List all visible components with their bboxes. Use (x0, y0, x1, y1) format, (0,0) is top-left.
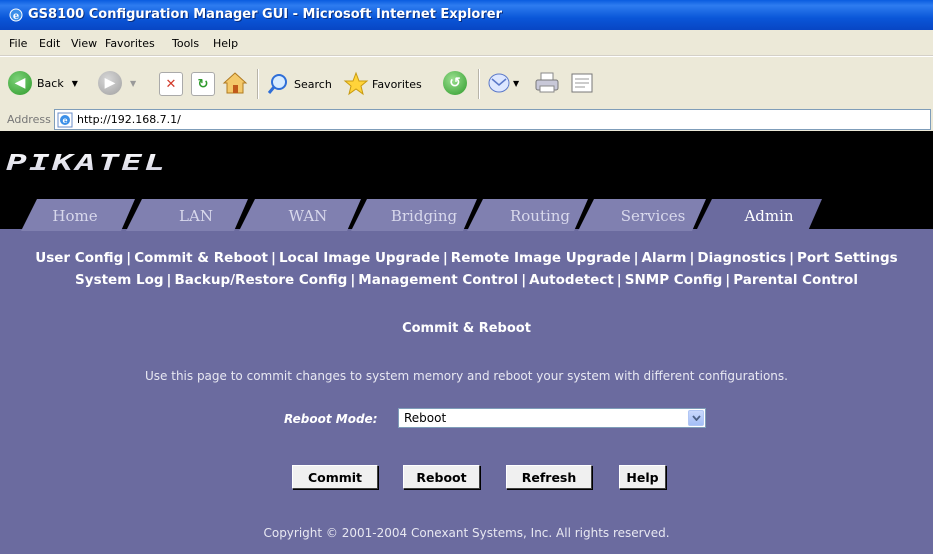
tab-label-bridging[interactable]: Bridging (391, 207, 458, 225)
chevron-down-icon: ▼ (130, 78, 137, 88)
header-banner: PIKATEL (0, 131, 933, 189)
reboot-button[interactable]: Reboot (403, 465, 480, 489)
refresh-button[interactable]: ↻ (191, 72, 215, 96)
page-description: Use this page to commit changes to syste… (145, 369, 788, 383)
link-commit-reboot[interactable]: Commit & Reboot (134, 250, 268, 266)
chevron-down-icon: ▼ (71, 78, 78, 88)
link-management-control[interactable]: Management Control (358, 272, 518, 288)
page-icon: e (57, 112, 73, 127)
search-icon (267, 74, 287, 94)
refresh-page-button[interactable]: Refresh (506, 465, 592, 489)
tab-label-lan[interactable]: LAN (179, 207, 213, 225)
tab-label-home[interactable]: Home (52, 207, 97, 225)
menu-tools[interactable]: Tools (172, 37, 199, 50)
link-port-settings[interactable]: Port Settings (797, 250, 898, 266)
link-system-log[interactable]: System Log (75, 272, 163, 288)
link-local-image-upgrade[interactable]: Local Image Upgrade (279, 250, 440, 266)
link-alarm[interactable]: Alarm (642, 250, 687, 266)
back-arrow-icon: ◀ (8, 71, 32, 95)
tab-label-routing[interactable]: Routing (510, 207, 570, 225)
printer-icon (535, 72, 559, 93)
svg-text:PIKATEL: PIKATEL (6, 149, 167, 175)
stop-button[interactable]: ✕ (159, 72, 183, 96)
print-button[interactable] (534, 71, 560, 95)
window-titlebar: e GS8100 Configuration Manager GUI - Mic… (0, 0, 933, 30)
history-icon: ↺ (443, 71, 467, 95)
star-icon (343, 71, 369, 96)
page-title: Commit & Reboot (402, 321, 531, 336)
reboot-mode-value: Reboot (404, 411, 447, 425)
favorites-button[interactable]: Favorites (343, 71, 422, 97)
link-backup-restore-config[interactable]: Backup/Restore Config (174, 272, 347, 288)
nav-tabs: Home LAN WAN Bridging Routing Services Admin (0, 199, 933, 231)
address-input[interactable]: e http://192.168.7.1/ (54, 109, 931, 130)
history-button[interactable]: ↺ (443, 71, 467, 95)
forward-arrow-icon: ▶ (98, 71, 122, 95)
address-url: http://192.168.7.1/ (77, 113, 181, 126)
link-snmp-config[interactable]: SNMP Config (625, 272, 723, 288)
brand-logo: PIKATEL (6, 149, 167, 175)
ie-logo-icon: e (9, 8, 23, 22)
chevron-down-icon[interactable] (688, 410, 704, 426)
stop-icon: ✕ (159, 72, 183, 96)
address-bar: Address e http://192.168.7.1/ (0, 108, 933, 132)
chevron-down-icon: ▼ (513, 78, 520, 88)
commit-button[interactable]: Commit (292, 465, 378, 489)
copyright-text: Copyright © 2001-2004 Conexant Systems, … (263, 526, 670, 540)
window-title: GS8100 Configuration Manager GUI - Micro… (28, 7, 502, 22)
link-user-config[interactable]: User Config (35, 250, 123, 266)
menu-file[interactable]: File (9, 37, 27, 50)
menu-view[interactable]: View (71, 37, 97, 50)
svg-text:e: e (62, 115, 67, 125)
link-parental-control[interactable]: Parental Control (733, 272, 858, 288)
menu-favorites[interactable]: Favorites (105, 37, 155, 50)
svg-text:e: e (13, 11, 19, 22)
address-label: Address (7, 113, 51, 126)
edit-button[interactable] (570, 72, 594, 94)
help-button[interactable]: Help (619, 465, 666, 489)
menu-edit[interactable]: Edit (39, 37, 60, 50)
tab-label-services[interactable]: Services (621, 207, 686, 225)
reboot-mode-label: Reboot Mode: (284, 412, 378, 426)
edit-page-icon (571, 73, 593, 93)
home-icon (222, 72, 248, 94)
refresh-icon: ↻ (191, 72, 215, 96)
search-button[interactable]: Search (266, 72, 332, 96)
back-button[interactable]: ◀ Back ▼ (8, 71, 78, 95)
reboot-mode-select[interactable]: Reboot (398, 408, 706, 428)
sublinks-row-2: System Log | Backup/Restore Config | Managem… (75, 272, 858, 288)
link-autodetect[interactable]: Autodetect (529, 272, 614, 288)
browser-toolbar: ◀ Back ▼ ▶ ▼ ✕ ↻ Search Favorites ↺ ▼ (0, 56, 933, 110)
link-diagnostics[interactable]: Diagnostics (697, 250, 786, 266)
page-content: PIKATEL Home LAN WAN Bridging Routing Service… (0, 131, 933, 554)
menu-bar: File Edit View Favorites Tools Help (0, 30, 933, 56)
mail-button[interactable]: ▼ (487, 71, 519, 95)
forward-button[interactable]: ▶ ▼ (98, 71, 136, 95)
mail-icon (488, 73, 510, 93)
link-remote-image-upgrade[interactable]: Remote Image Upgrade (451, 250, 631, 266)
tab-label-admin[interactable]: Admin (743, 207, 793, 225)
home-button[interactable] (222, 70, 248, 96)
sublinks-row-1: User Config | Commit & Reboot | Local Image … (35, 250, 898, 266)
tab-label-wan[interactable]: WAN (289, 207, 328, 225)
menu-help[interactable]: Help (213, 37, 238, 50)
